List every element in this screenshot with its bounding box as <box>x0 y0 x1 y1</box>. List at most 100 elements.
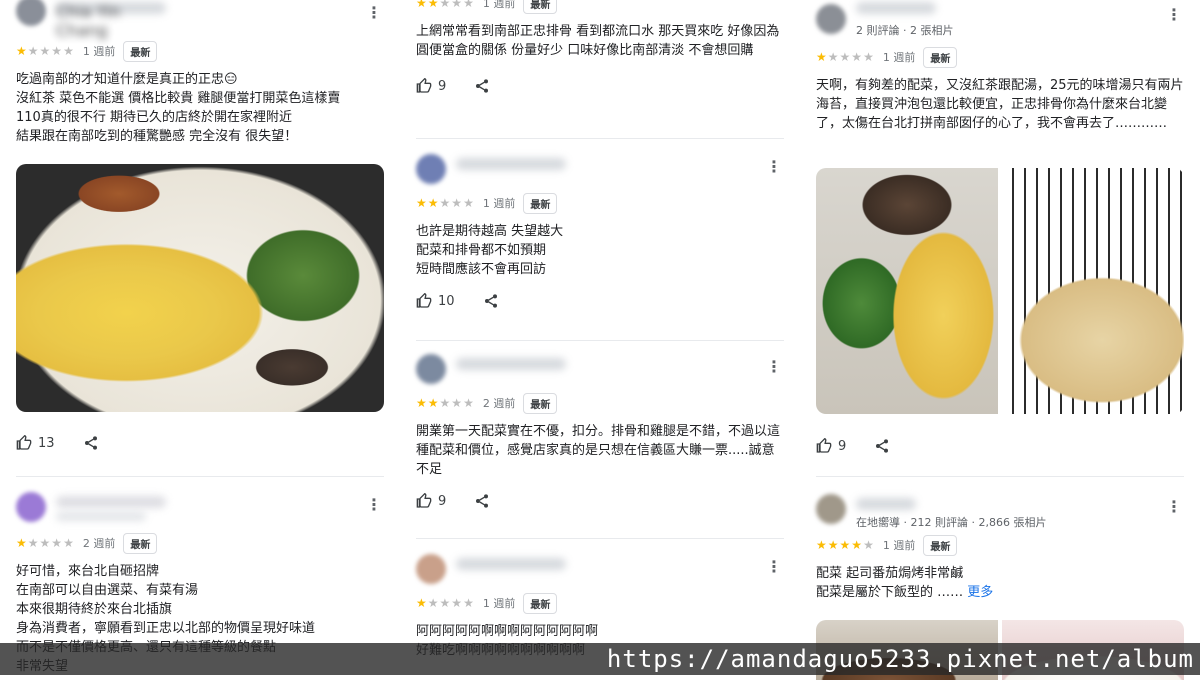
star-rating: ★★★★★ <box>416 396 475 410</box>
more-vert-icon[interactable]: ⋮ <box>766 556 782 578</box>
avatar[interactable] <box>416 354 446 384</box>
star-filled-icon: ★ <box>427 0 440 10</box>
star-empty-icon: ★ <box>839 50 852 64</box>
like-count: 13 <box>38 435 55 451</box>
reviewer-name[interactable] <box>856 2 936 14</box>
reviewer-name[interactable] <box>456 358 566 370</box>
review-time: 1 週前 <box>482 197 516 210</box>
avatar[interactable] <box>816 4 846 34</box>
review-header: ⋮ <box>400 552 800 592</box>
star-empty-icon: ★ <box>51 536 64 550</box>
share-icon[interactable] <box>483 293 499 309</box>
thumbs-up-icon <box>816 438 832 454</box>
avatar[interactable] <box>416 554 446 584</box>
reviewer-meta: 2 則評論 · 2 張相片 <box>856 24 954 37</box>
star-empty-icon: ★ <box>439 0 452 10</box>
thumbs-up-icon <box>416 293 432 309</box>
star-rating: ★★★★★ <box>16 536 75 550</box>
more-vert-icon[interactable]: ⋮ <box>1166 4 1182 26</box>
like-button[interactable]: 9 <box>416 493 446 509</box>
divider <box>416 538 784 539</box>
thumbs-up-icon <box>416 78 432 94</box>
review-header: ⋮ <box>400 352 800 392</box>
star-empty-icon: ★ <box>863 50 875 64</box>
more-link[interactable]: 更多 <box>967 585 993 600</box>
review-text: 吃過南部的才知道什麼是真正的正忠😑 沒紅茶 菜色不能選 價格比較貴 雞腿便當打開… <box>16 72 341 144</box>
share-icon[interactable] <box>874 438 890 454</box>
review-column-2: ★★★★★ 1 週前 最新 上網常常看到南部正忠排骨 看到都流口水 那天買來吃 … <box>400 0 800 675</box>
newest-badge: 最新 <box>523 592 558 614</box>
review-time: 1 週前 <box>482 597 516 610</box>
reviewer-name[interactable] <box>856 498 916 510</box>
review-card: ★★★★★ 1 週前 最新 上網常常看到南部正忠排骨 看到都流口水 那天買來吃 … <box>400 0 800 100</box>
review-header: Chia Yin Chang ⋮ <box>0 0 400 40</box>
rating-row: ★★★★★ 1 週前 最新 <box>400 592 800 614</box>
reviewer-name[interactable] <box>456 158 566 170</box>
star-empty-icon: ★ <box>827 50 840 64</box>
share-icon[interactable] <box>83 435 99 451</box>
reviewer-name[interactable] <box>456 558 566 570</box>
review-header: 在地嚮導 · 212 則評論 · 2,866 張相片 ⋮ <box>800 492 1200 532</box>
newest-badge: 最新 <box>923 46 958 68</box>
star-filled-icon: ★ <box>416 396 428 410</box>
avatar[interactable] <box>416 154 446 184</box>
reviewer-meta <box>56 512 146 521</box>
more-vert-icon[interactable]: ⋮ <box>766 156 782 178</box>
share-icon[interactable] <box>474 78 490 94</box>
review-header: 2 則評論 · 2 張相片 ⋮ <box>800 0 1200 40</box>
thumbs-up-icon <box>416 493 432 509</box>
review-text: 配菜 起司番茄焗烤非常鹹 配菜是屬於下飯型的 …… 更多 <box>800 564 1200 602</box>
review-card: ⋮ ★★★★★ 2 週前 最新 開業第一天配菜實在不優，扣分。排骨和雞腿是不錯，… <box>400 352 800 515</box>
like-button[interactable]: 10 <box>416 293 455 309</box>
review-header: ⋮ <box>400 152 800 192</box>
reviewer-name[interactable] <box>56 496 166 508</box>
like-button[interactable]: 13 <box>16 435 55 451</box>
newest-badge: 最新 <box>523 192 558 214</box>
reviewer-name[interactable]: Chia Yin Chang <box>56 2 166 40</box>
rating-row: ★★★★★ 2 週前 最新 <box>400 392 800 414</box>
star-filled-icon: ★ <box>851 538 864 552</box>
divider <box>416 340 784 341</box>
star-filled-icon: ★ <box>816 538 828 552</box>
star-rating: ★★★★★ <box>416 596 475 610</box>
divider <box>416 138 784 139</box>
like-button[interactable]: 9 <box>816 438 846 454</box>
star-empty-icon: ★ <box>27 44 40 58</box>
avatar[interactable] <box>816 494 846 524</box>
like-count: 9 <box>438 78 447 94</box>
rating-row: ★★★★★ 1 週前 最新 <box>400 192 800 214</box>
avatar[interactable] <box>16 492 46 522</box>
rating-row: ★★★★★ 1 週前 最新 <box>400 0 800 14</box>
review-card: 2 則評論 · 2 張相片 ⋮ ★★★★★ 1 週前 最新 天啊，有夠差的配菜，… <box>800 0 1200 133</box>
review-photo[interactable] <box>16 164 384 412</box>
review-column-3: 2 則評論 · 2 張相片 ⋮ ★★★★★ 1 週前 最新 天啊，有夠差的配菜，… <box>800 0 1200 680</box>
review-actions: 13 <box>0 429 416 457</box>
star-filled-icon: ★ <box>416 0 428 10</box>
review-time: 1 週前 <box>82 45 116 58</box>
share-icon[interactable] <box>474 493 490 509</box>
star-filled-icon: ★ <box>839 538 852 552</box>
more-vert-icon[interactable]: ⋮ <box>366 2 382 24</box>
star-empty-icon: ★ <box>39 536 52 550</box>
star-empty-icon: ★ <box>439 396 452 410</box>
review-photo[interactable] <box>1002 168 1184 414</box>
review-time: 2 週前 <box>482 397 516 410</box>
star-empty-icon: ★ <box>51 44 64 58</box>
star-filled-icon: ★ <box>427 196 440 210</box>
more-vert-icon[interactable]: ⋮ <box>366 494 382 516</box>
more-vert-icon[interactable]: ⋮ <box>1166 496 1182 518</box>
star-rating: ★★★★★ <box>416 0 475 10</box>
avatar[interactable] <box>16 0 46 26</box>
more-vert-icon[interactable]: ⋮ <box>766 356 782 378</box>
star-empty-icon: ★ <box>39 44 52 58</box>
star-filled-icon: ★ <box>816 50 828 64</box>
star-filled-icon: ★ <box>827 538 840 552</box>
review-photo[interactable] <box>816 168 998 414</box>
star-filled-icon: ★ <box>16 44 28 58</box>
star-empty-icon: ★ <box>27 536 40 550</box>
review-text-body: 配菜 起司番茄焗烤非常鹹 配菜是屬於下飯型的 …… <box>816 566 964 600</box>
star-empty-icon: ★ <box>463 0 475 10</box>
star-empty-icon: ★ <box>427 596 440 610</box>
like-count: 10 <box>438 293 455 309</box>
like-button[interactable]: 9 <box>416 78 446 94</box>
